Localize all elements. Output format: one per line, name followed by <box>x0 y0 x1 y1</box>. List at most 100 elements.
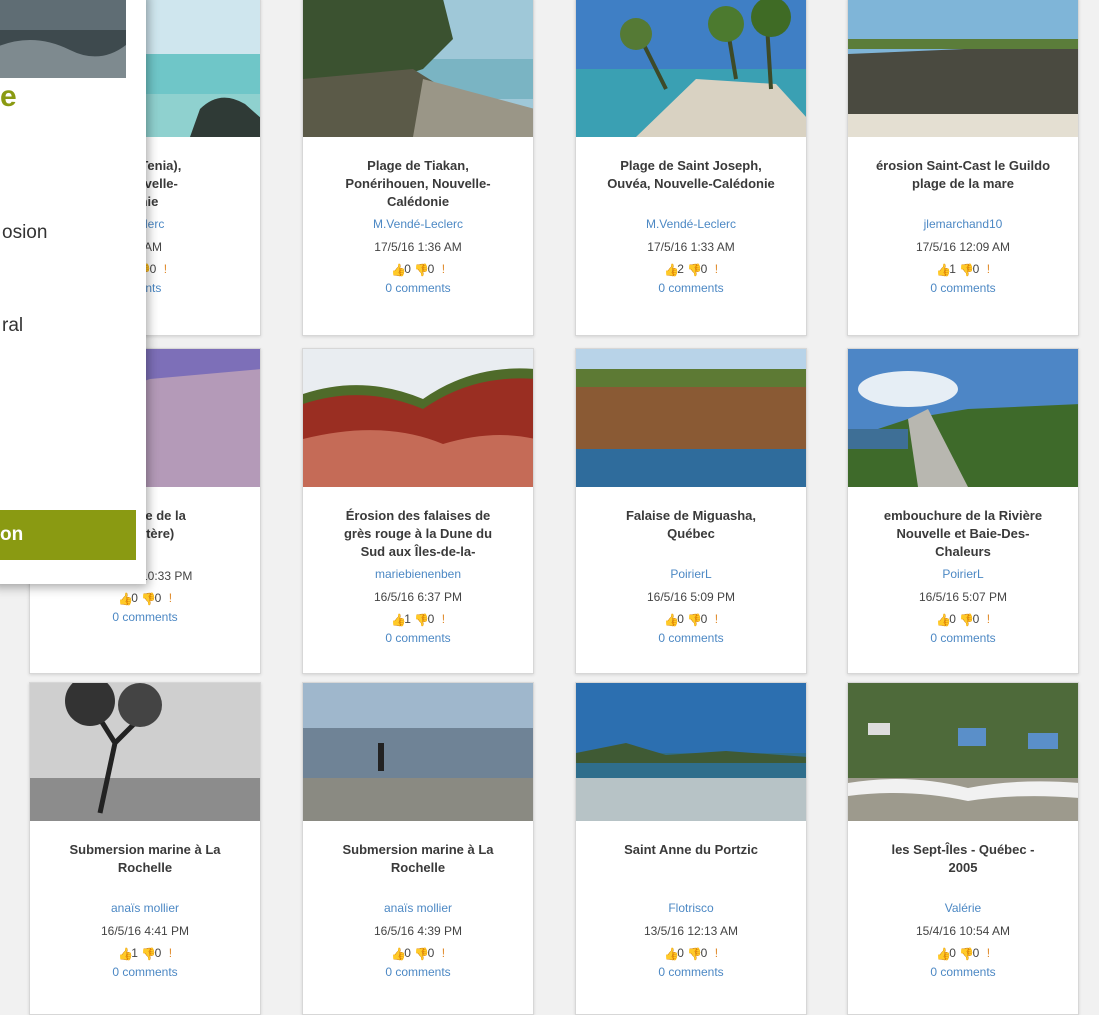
photo-card[interactable]: érosion Saint-Cast le Guildo plage de la… <box>847 0 1079 336</box>
flag-icon[interactable]: ! <box>715 946 718 960</box>
card-author[interactable]: Valérie <box>848 900 1078 917</box>
photo-card[interactable]: Plage de Tiakan, Ponérihouen, Nouvelle- … <box>302 0 534 336</box>
thumbs-down-icon[interactable]: 👎 <box>959 946 974 961</box>
card-author[interactable]: mariebienenben <box>303 566 533 583</box>
photo-thumbnail[interactable] <box>848 349 1078 487</box>
flag-icon[interactable]: ! <box>164 262 167 276</box>
photo-thumbnail[interactable] <box>576 0 806 137</box>
photo-card[interactable]: Érosion des falaises de grès rouge à la … <box>302 348 534 674</box>
card-comments-link[interactable]: 0 comments <box>30 609 260 625</box>
card-comments-link[interactable]: 0 comments <box>848 964 1078 980</box>
thumbs-down-icon[interactable]: 👎 <box>959 262 974 277</box>
photo-thumbnail[interactable] <box>848 683 1078 821</box>
card-comments-link[interactable]: 0 comments <box>576 964 806 980</box>
card-comments-link[interactable]: 0 comments <box>848 280 1078 296</box>
thumbs-up-icon[interactable]: 👍 <box>391 612 406 627</box>
card-comments-link[interactable]: 0 comments <box>576 630 806 646</box>
flag-icon[interactable]: ! <box>442 612 445 626</box>
flag-icon[interactable]: ! <box>987 262 990 276</box>
thumbs-down-icon[interactable]: 👎 <box>414 946 429 961</box>
overlay-photo <box>0 0 126 78</box>
photo-card[interactable]: Saint Anne du Portzic Flotrisco 13/5/16 … <box>575 682 807 1015</box>
card-date: 16/5/16 5:09 PM <box>646 590 736 604</box>
card-author[interactable]: jlemarchand10 <box>848 216 1078 233</box>
card-title[interactable]: Plage de Saint Joseph, Ouvéa, Nouvelle-C… <box>584 157 798 212</box>
flag-icon[interactable]: ! <box>987 946 990 960</box>
card-author[interactable]: PoirierL <box>576 566 806 583</box>
thumbs-up-icon[interactable]: 👍 <box>664 612 679 627</box>
card-comments-link[interactable]: 0 comments <box>30 964 260 980</box>
card-author[interactable]: anaïs mollier <box>303 900 533 917</box>
card-date: 17/5/16 12:09 AM <box>915 240 1011 254</box>
photo-card[interactable]: Plage de Saint Joseph, Ouvéa, Nouvelle-C… <box>575 0 807 336</box>
card-date: 16/5/16 6:37 PM <box>373 590 463 604</box>
card-votes: 👍 0 👎 0 ! <box>848 945 1078 961</box>
thumbs-up-icon[interactable]: 👍 <box>391 946 406 961</box>
flag-icon[interactable]: ! <box>169 591 172 605</box>
photo-card[interactable]: Submersion marine à La Rochelle anaïs mo… <box>29 682 261 1015</box>
thumbs-down-icon[interactable]: 👎 <box>687 262 702 277</box>
photo-thumbnail[interactable] <box>303 0 533 137</box>
card-title[interactable]: les Sept-Îles - Québec - 2005 <box>856 841 1070 896</box>
photo-thumbnail[interactable] <box>303 349 533 487</box>
thumbs-up-icon[interactable]: 👍 <box>391 262 406 277</box>
thumbs-up-icon[interactable]: 👍 <box>118 591 133 606</box>
overlay-action-button[interactable]: on <box>0 510 136 560</box>
flag-icon[interactable]: ! <box>169 946 172 960</box>
card-title[interactable]: Plage de Tiakan, Ponérihouen, Nouvelle- … <box>311 157 525 212</box>
thumbs-down-icon[interactable]: 👎 <box>141 591 156 606</box>
photo-thumbnail[interactable] <box>303 683 533 821</box>
card-comments-link[interactable]: 0 comments <box>303 630 533 646</box>
card-comments-link[interactable]: 0 comments <box>576 280 806 296</box>
flag-icon[interactable]: ! <box>442 262 445 276</box>
photo-card[interactable]: Falaise de Miguasha, Québec PoirierL 16/… <box>575 348 807 674</box>
card-author[interactable]: M.Vendé-Leclerc <box>303 216 533 233</box>
card-title[interactable]: Falaise de Miguasha, Québec <box>584 507 798 562</box>
thumbs-down-icon[interactable]: 👎 <box>141 946 156 961</box>
card-votes: 👍 0 👎 0 ! <box>303 945 533 961</box>
down-count: 0 <box>972 262 980 276</box>
photo-thumbnail[interactable] <box>576 683 806 821</box>
flag-icon[interactable]: ! <box>442 946 445 960</box>
thumbs-up-icon[interactable]: 👍 <box>936 612 951 627</box>
card-author[interactable]: anaïs mollier <box>30 900 260 917</box>
card-comments-link[interactable]: 0 comments <box>303 964 533 980</box>
thumbs-up-icon[interactable]: 👍 <box>118 946 133 961</box>
flag-icon[interactable]: ! <box>987 612 990 626</box>
thumbs-up-icon[interactable]: 👍 <box>664 946 679 961</box>
card-author[interactable]: M.Vendé-Leclerc <box>576 216 806 233</box>
card-author[interactable]: PoirierL <box>848 566 1078 583</box>
flag-icon[interactable]: ! <box>715 612 718 626</box>
photo-card[interactable]: les Sept-Îles - Québec - 2005 Valérie 15… <box>847 682 1079 1015</box>
down-count: 0 <box>149 262 157 276</box>
card-author[interactable]: Flotrisco <box>576 900 806 917</box>
down-count: 0 <box>427 946 435 960</box>
down-count: 0 <box>700 612 708 626</box>
card-title[interactable]: érosion Saint-Cast le Guildo plage de la… <box>856 157 1070 212</box>
photo-thumbnail[interactable] <box>848 0 1078 137</box>
photo-thumbnail[interactable] <box>30 683 260 821</box>
card-title[interactable]: Saint Anne du Portzic <box>584 841 798 896</box>
info-overlay-panel: e osion ral on <box>0 0 146 584</box>
up-count: 1 <box>949 262 956 276</box>
thumbs-up-icon[interactable]: 👍 <box>936 262 951 277</box>
card-comments-link[interactable]: 0 comments <box>848 630 1078 646</box>
card-title[interactable]: Érosion des falaises de grès rouge à la … <box>311 507 525 562</box>
thumbs-down-icon[interactable]: 👎 <box>959 612 974 627</box>
thumbs-down-icon[interactable]: 👎 <box>414 262 429 277</box>
card-date: 16/5/16 4:39 PM <box>373 924 463 938</box>
thumbs-down-icon[interactable]: 👎 <box>414 612 429 627</box>
thumbs-down-icon[interactable]: 👎 <box>687 946 702 961</box>
card-title[interactable]: Submersion marine à La Rochelle <box>311 841 525 896</box>
card-title[interactable]: embouchure de la Rivière Nouvelle et Bai… <box>856 507 1070 562</box>
up-count: 0 <box>677 946 684 960</box>
card-title[interactable]: Submersion marine à La Rochelle <box>38 841 252 896</box>
photo-card[interactable]: embouchure de la Rivière Nouvelle et Bai… <box>847 348 1079 674</box>
flag-icon[interactable]: ! <box>715 262 718 276</box>
card-comments-link[interactable]: 0 comments <box>303 280 533 296</box>
photo-thumbnail[interactable] <box>576 349 806 487</box>
thumbs-up-icon[interactable]: 👍 <box>936 946 951 961</box>
thumbs-down-icon[interactable]: 👎 <box>687 612 702 627</box>
thumbs-up-icon[interactable]: 👍 <box>664 262 679 277</box>
photo-card[interactable]: Submersion marine à La Rochelle anaïs mo… <box>302 682 534 1015</box>
